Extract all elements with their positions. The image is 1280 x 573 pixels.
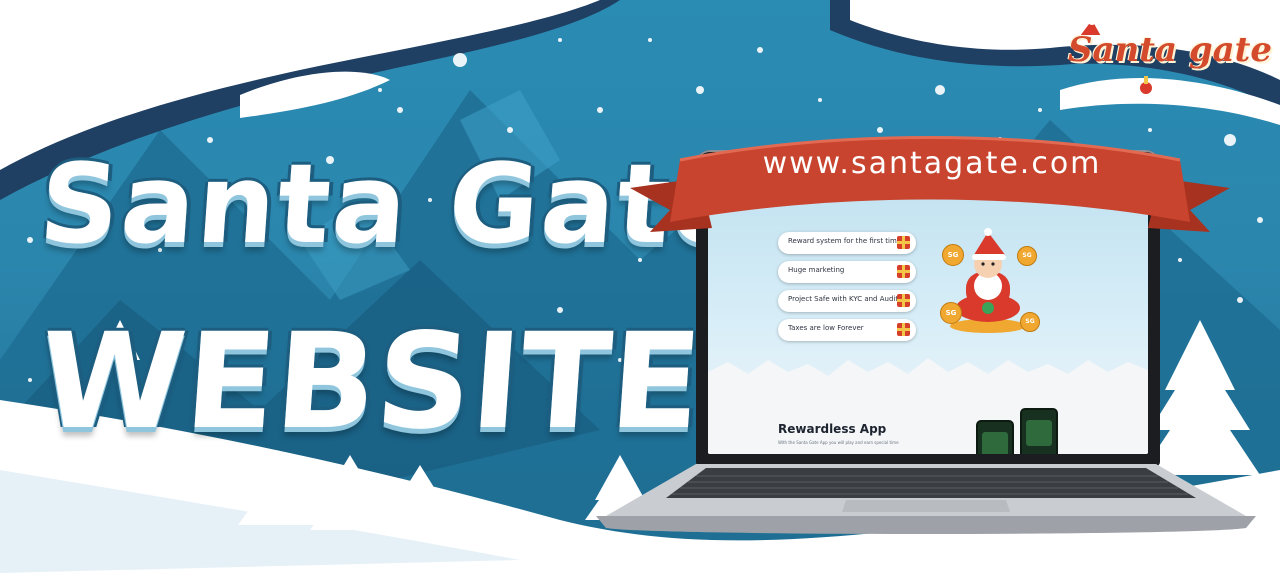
santa-gate-logo: Santa gate bbox=[1062, 18, 1272, 98]
feature-label: Huge marketing bbox=[788, 266, 845, 274]
sg-coin-icon: SG bbox=[940, 302, 962, 324]
feature-pill: Huge marketing bbox=[778, 261, 916, 283]
feature-label: Taxes are low Forever bbox=[788, 324, 864, 332]
gift-icon bbox=[897, 265, 910, 278]
feature-pill: Project Safe with KYC and Audit bbox=[778, 290, 916, 312]
app-section-subtitle: With the Santa Gate App you will play an… bbox=[778, 440, 899, 445]
headline-subtitle: WEBSITE bbox=[34, 305, 707, 459]
sg-coin-icon: SG bbox=[1020, 312, 1040, 332]
gift-icon bbox=[897, 294, 910, 307]
phone-mockup bbox=[976, 420, 1014, 454]
banner: Santa Gate WEBSITE Santa gate Reward sys… bbox=[0, 0, 1280, 573]
phone-mockup bbox=[1020, 408, 1058, 454]
feature-pill: Taxes are low Forever bbox=[778, 319, 916, 341]
gift-icon bbox=[897, 323, 910, 336]
website-url[interactable]: www.santagate.com bbox=[742, 146, 1122, 181]
laptop-keyboard bbox=[596, 464, 1256, 534]
feature-label: Project Safe with KYC and Audit bbox=[788, 295, 899, 303]
screen-lower-section bbox=[708, 389, 1148, 454]
app-section-title: Rewardless App bbox=[778, 422, 887, 436]
logo-text: Santa gate bbox=[1068, 30, 1273, 70]
